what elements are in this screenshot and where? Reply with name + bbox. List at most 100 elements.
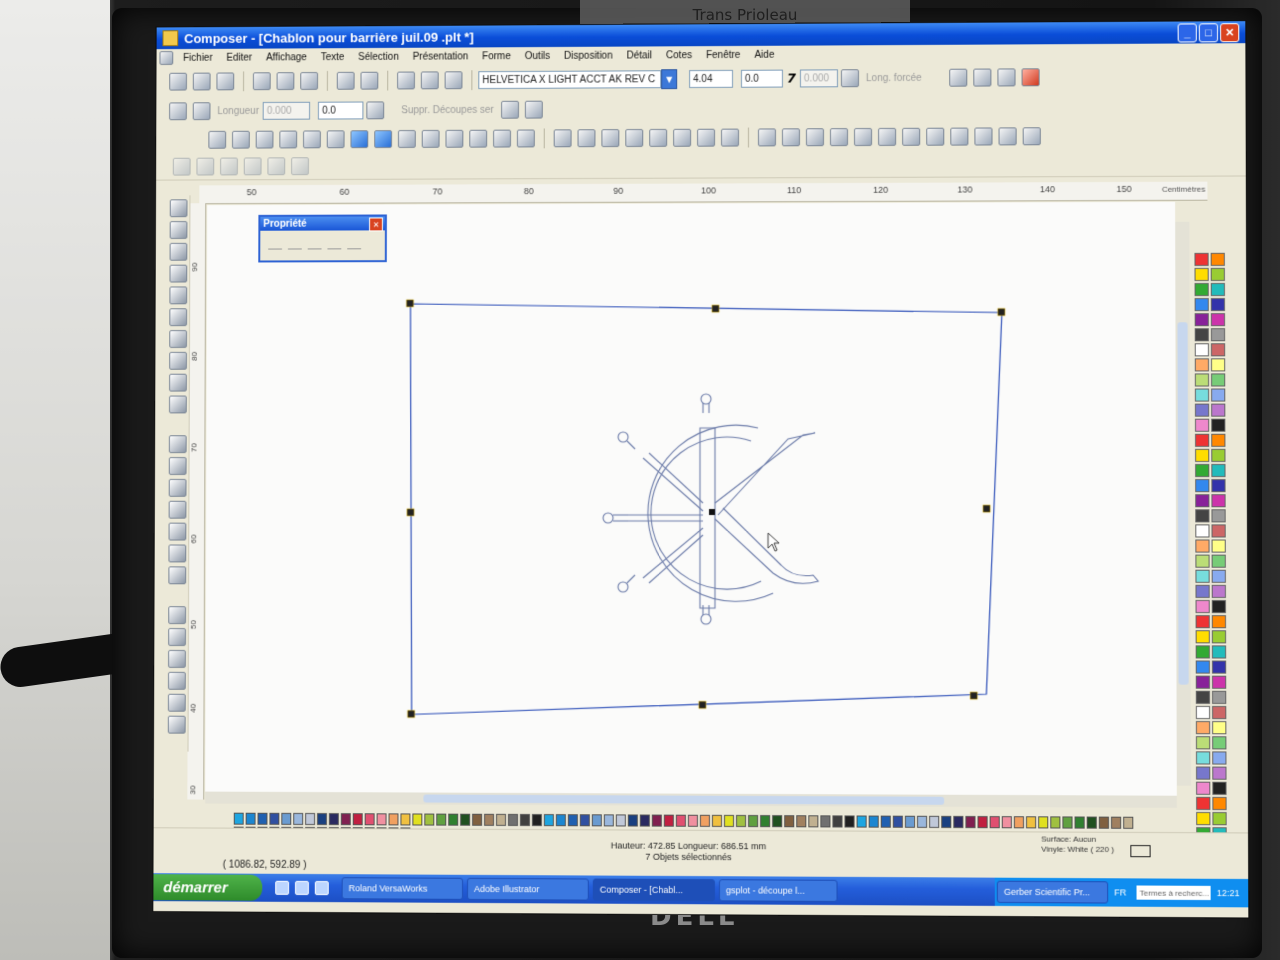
color-swatch[interactable]	[484, 813, 495, 826]
quicklaunch-icon[interactable]	[314, 881, 329, 896]
color-swatch[interactable]	[772, 815, 783, 828]
color-swatch[interactable]	[567, 814, 578, 827]
outline-color-swatch[interactable]	[1130, 845, 1151, 858]
layer-icon[interactable]	[168, 522, 187, 541]
color-swatch[interactable]	[1211, 569, 1226, 583]
fill-tool-icon[interactable]	[169, 351, 187, 370]
node-icon[interactable]	[902, 127, 921, 146]
color-swatch[interactable]	[412, 813, 423, 826]
context-help-icon[interactable]	[444, 71, 463, 90]
color-swatch[interactable]	[1211, 539, 1226, 553]
color-swatch[interactable]	[1194, 418, 1210, 432]
color-swatch[interactable]	[1211, 524, 1226, 538]
color-swatch[interactable]	[317, 813, 327, 826]
quicklaunch-icon[interactable]	[294, 880, 309, 895]
color-swatch[interactable]	[1195, 524, 1210, 538]
node-icon[interactable]	[878, 127, 897, 146]
color-swatch[interactable]	[820, 815, 831, 828]
layer-icon[interactable]	[168, 478, 187, 497]
color-swatch[interactable]	[245, 812, 256, 825]
menu-affichage[interactable]: Affichage	[259, 52, 314, 63]
property-tool-icon[interactable]	[287, 236, 302, 250]
paint-icon[interactable]	[168, 457, 187, 475]
color-swatch[interactable]	[1194, 267, 1209, 282]
color-swatch[interactable]	[1195, 448, 1210, 462]
color-swatch[interactable]	[1211, 599, 1226, 614]
color-swatch[interactable]	[1098, 816, 1110, 829]
align-center-icon[interactable]	[972, 68, 992, 87]
tool-icon[interactable]	[279, 130, 298, 149]
zoom-fit-icon[interactable]	[167, 693, 186, 712]
color-swatch[interactable]	[1196, 781, 1211, 795]
color-swatch[interactable]	[603, 814, 614, 827]
selection-handle[interactable]	[983, 505, 990, 512]
color-swatch[interactable]	[1195, 705, 1211, 720]
color-swatch[interactable]	[281, 812, 292, 825]
node-icon[interactable]	[926, 127, 945, 146]
color-swatch[interactable]	[1026, 816, 1037, 829]
selection-handle[interactable]	[407, 300, 414, 307]
color-swatch[interactable]	[917, 815, 928, 828]
color-swatch[interactable]	[663, 814, 674, 827]
color-swatch[interactable]	[1211, 494, 1226, 508]
color-swatch[interactable]	[1062, 816, 1073, 829]
font-size-field[interactable]: 4.04	[689, 69, 734, 89]
kerning-icon[interactable]	[840, 69, 860, 88]
scroll-thumb[interactable]	[423, 794, 945, 805]
color-swatch[interactable]	[1050, 816, 1061, 829]
cut-icon[interactable]	[252, 72, 271, 91]
redo-icon[interactable]	[360, 71, 379, 90]
property-tool-icon[interactable]	[307, 236, 322, 250]
select-arrow-icon[interactable]	[169, 286, 188, 305]
center-handle[interactable]	[708, 508, 715, 515]
color-swatch[interactable]	[305, 812, 316, 826]
print-icon[interactable]	[397, 71, 415, 90]
color-swatch[interactable]	[1210, 282, 1225, 297]
color-palette-horizontal[interactable]	[232, 811, 1135, 840]
color-swatch[interactable]	[233, 812, 244, 825]
color-swatch[interactable]	[1194, 388, 1210, 402]
color-swatch[interactable]	[1211, 509, 1226, 523]
color-swatch[interactable]	[699, 814, 710, 827]
color-swatch[interactable]	[257, 812, 268, 825]
open-file-icon[interactable]	[192, 72, 211, 91]
property-tool-icon[interactable]	[327, 236, 342, 250]
disabled-tool-icon[interactable]	[243, 157, 262, 176]
color-swatch[interactable]	[965, 815, 976, 829]
color-swatch[interactable]	[1211, 554, 1226, 568]
menu-fichier[interactable]: Fichier	[176, 52, 219, 63]
node-edit-icon[interactable]	[169, 308, 188, 327]
font-dropdown-button[interactable]: ▼	[661, 69, 678, 90]
color-swatch[interactable]	[856, 815, 867, 828]
color-swatch[interactable]	[1194, 328, 1209, 342]
minimize-button[interactable]: _	[1177, 23, 1197, 43]
color-swatch[interactable]	[1211, 373, 1226, 387]
crop-tool-icon[interactable]	[169, 330, 188, 348]
color-swatch[interactable]	[424, 813, 435, 826]
arrow-down-icon[interactable]	[192, 102, 211, 121]
align-icon[interactable]	[649, 128, 668, 147]
align-icon[interactable]	[697, 128, 716, 147]
color-swatch[interactable]	[615, 814, 626, 827]
undo-icon[interactable]	[336, 71, 355, 90]
menu-presentation[interactable]: Présentation	[406, 51, 476, 62]
color-swatch[interactable]	[1110, 816, 1122, 829]
color-swatch[interactable]	[1210, 328, 1226, 342]
menu-detail[interactable]: Détail	[620, 50, 659, 61]
color-swatch[interactable]	[1196, 796, 1211, 811]
tray-search-field[interactable]: Termes à recherc...	[1136, 885, 1211, 901]
color-swatch[interactable]	[1212, 796, 1227, 811]
tool-icon[interactable]	[516, 129, 535, 148]
rectangle-tool-icon[interactable]	[169, 221, 188, 239]
color-swatch[interactable]	[929, 815, 940, 828]
font-name-field[interactable]: HELVETICA X LIGHT ACCT AK REV C	[478, 70, 662, 90]
selection-handle[interactable]	[407, 509, 414, 516]
task-gsplot[interactable]: gsplot - découpe l...	[718, 879, 838, 902]
line-tool-icon[interactable]	[169, 264, 188, 283]
color-swatch[interactable]	[868, 815, 879, 828]
color-swatch[interactable]	[555, 814, 566, 827]
color-swatch[interactable]	[1211, 418, 1226, 432]
align-icon[interactable]	[625, 129, 644, 147]
color-swatch[interactable]	[1194, 373, 1210, 387]
color-swatch[interactable]	[1212, 736, 1227, 750]
